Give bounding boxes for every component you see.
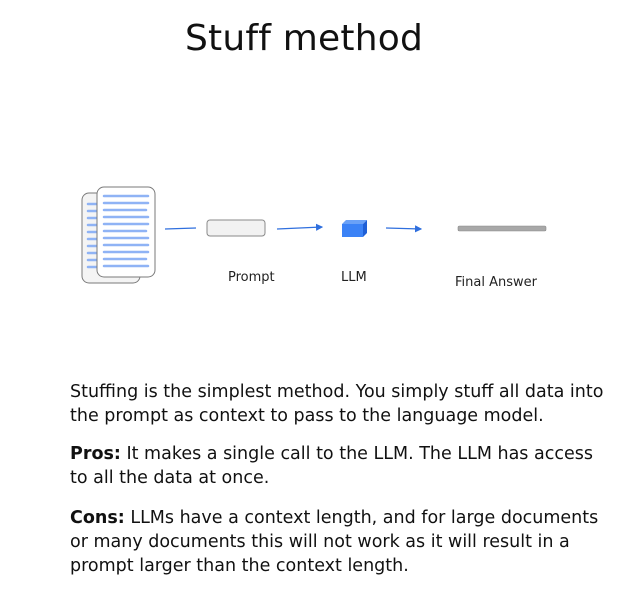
pros-label: Pros: bbox=[70, 444, 121, 464]
final-answer-caption: Final Answer bbox=[455, 275, 537, 290]
arrow-llm-to-answer bbox=[385, 225, 423, 233]
document-stack-icon bbox=[81, 186, 156, 284]
pros-paragraph: Pros: It makes a single call to the LLM.… bbox=[70, 442, 610, 490]
connector-line-docs-to-prompt bbox=[164, 227, 197, 230]
stuff-method-diagram bbox=[81, 186, 547, 284]
intro-text: Stuffing is the simplest method. You sim… bbox=[70, 382, 604, 426]
llm-caption: LLM bbox=[341, 270, 367, 285]
arrow-prompt-to-llm bbox=[276, 223, 324, 231]
prompt-box-icon bbox=[206, 219, 266, 237]
cons-text: LLMs have a context length, and for larg… bbox=[70, 508, 599, 576]
intro-paragraph: Stuffing is the simplest method. You sim… bbox=[70, 380, 610, 428]
cons-label: Cons: bbox=[70, 508, 125, 528]
final-answer-bar-icon bbox=[457, 225, 547, 232]
llm-cube-icon bbox=[342, 220, 367, 237]
prompt-caption: Prompt bbox=[228, 270, 275, 285]
cons-paragraph: Cons: LLMs have a context length, and fo… bbox=[70, 506, 610, 578]
pros-text: It makes a single call to the LLM. The L… bbox=[70, 444, 593, 488]
